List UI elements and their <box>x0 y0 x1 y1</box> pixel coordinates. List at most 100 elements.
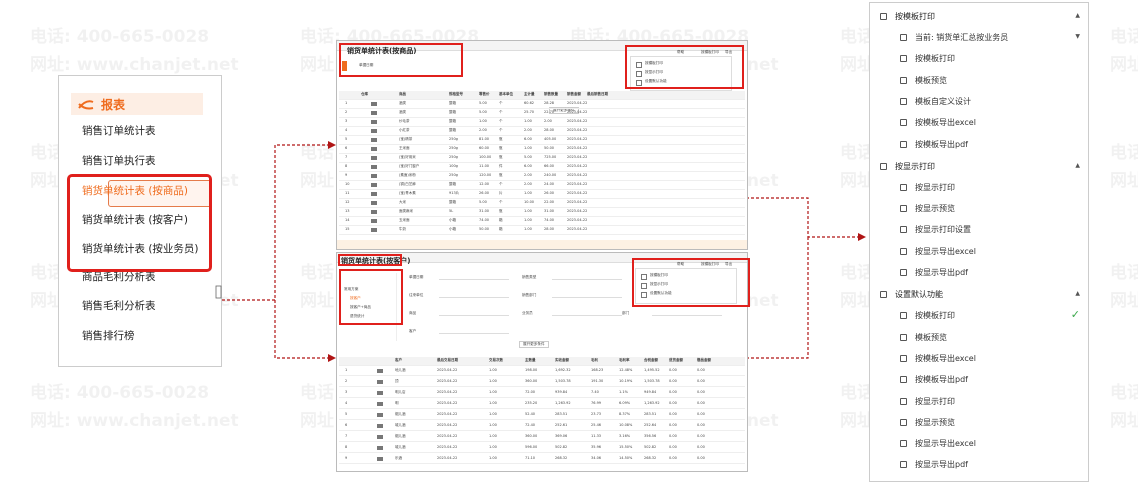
print-option-item[interactable]: 模板预览 <box>900 332 947 343</box>
table-cell: 71.10 <box>525 456 536 460</box>
filter-field-input[interactable] <box>552 315 622 316</box>
product-print-menu-highlight <box>625 45 744 89</box>
filter-field-input[interactable] <box>652 315 722 316</box>
section-label: 按模板打印 <box>895 12 935 21</box>
totals-row <box>337 240 747 249</box>
table-cell: 100g <box>449 164 458 168</box>
print-option-item[interactable]: 按显示导出pdf <box>900 459 968 470</box>
table-cell: 玉米面 <box>399 218 410 222</box>
print-option-label: 按显示导出pdf <box>915 460 968 470</box>
table-cell: 0.00 <box>697 456 705 460</box>
section-3-title[interactable]: 设置默认功能 <box>880 289 943 300</box>
filter-field-input[interactable] <box>552 279 622 280</box>
redacted-block <box>377 446 383 450</box>
section-1-title[interactable]: 按模板打印 <box>880 11 935 22</box>
customer-print-menu-highlight <box>632 258 750 307</box>
table-cell: 个 <box>499 110 503 114</box>
filter-field-input[interactable] <box>439 315 509 316</box>
print-option-item[interactable]: 按模板导出pdf <box>900 139 968 150</box>
table-cell: 76.99 <box>591 401 602 405</box>
redacted-block <box>377 413 383 417</box>
print-option-item[interactable]: 按模板导出excel <box>900 353 976 364</box>
print-option-item[interactable]: 按模板打印 <box>900 310 955 321</box>
table-cell: 252.61 <box>555 423 568 427</box>
print-option-item[interactable]: 按显示导出pdf <box>900 267 968 278</box>
table-cell: 3 <box>345 119 348 123</box>
print-option-item[interactable]: 按显示导出excel <box>900 246 976 257</box>
table-row: 6 城儿酒 2023-04-22 1.00 72.40 252.61 25.46 10.08%… <box>339 422 745 431</box>
print-option-label: 按模板导出excel <box>915 353 976 363</box>
print-option-item[interactable]: 按模板打印 <box>900 53 955 64</box>
redacted-block <box>371 165 377 169</box>
table-cell: 0.00 <box>697 445 705 449</box>
filter-field-input[interactable] <box>439 333 509 334</box>
table-cell: 瓶 <box>499 155 503 159</box>
table-cell: 1.00 <box>524 227 532 231</box>
table-cell: 2023-04-22 <box>437 456 458 460</box>
table-cell: 6 <box>345 423 348 427</box>
chevron-up-icon[interactable]: ▲ <box>1075 12 1080 19</box>
table-cell: 1.00 <box>524 209 532 213</box>
table-cell: 小箱 <box>449 218 456 222</box>
arrow-to-customer-report <box>274 300 330 359</box>
column-header: 仓库 <box>361 92 368 96</box>
table-cell: 15 <box>345 227 350 231</box>
section-label: 按显示打印 <box>895 161 935 171</box>
table-cell: 4 <box>345 128 348 132</box>
filter-field-input[interactable] <box>552 297 622 298</box>
filter-field-input[interactable] <box>439 297 509 298</box>
redacted-block <box>371 102 377 106</box>
print-option-label: 按显示导出excel <box>915 439 976 449</box>
print-option-item[interactable]: 当前: 销货单汇总按业务员 <box>900 32 1008 43</box>
filter-field-label: 单据日期 <box>409 275 424 279</box>
column-header: 基本单位 <box>499 92 513 96</box>
redacted-block <box>371 111 377 115</box>
print-option-item[interactable]: 按模板导出excel <box>900 117 976 128</box>
column-header: 退货金额 <box>669 358 683 362</box>
print-option-label: 当前: 销货单汇总按业务员 <box>915 33 1009 42</box>
print-option-item[interactable]: 按显示打印 <box>900 396 955 407</box>
table-cell: 整箱 <box>449 128 456 132</box>
table-cell: 整箱 <box>449 182 456 186</box>
table-cell: 顶 <box>395 379 399 383</box>
column-header: 销售数量 <box>544 92 558 96</box>
chevron-up-icon[interactable]: ▲ <box>1075 162 1080 169</box>
table-cell: 2023-04-22 <box>567 200 588 204</box>
table-cell: 0.00 <box>669 379 677 383</box>
table-cell: 小箱 <box>449 227 456 231</box>
table-cell: 1.00 <box>489 412 497 416</box>
expand-conditions-button[interactable]: 展开更多条件 <box>519 341 549 348</box>
table-row: 5 烟儿酒 2023-04-22 1.00 52.40 283.51 23.73 8.37% 2… <box>339 411 745 420</box>
print-option-item[interactable]: 按显示打印 <box>900 182 955 193</box>
print-option-item[interactable]: 按显示打印设置 <box>900 224 971 235</box>
arrow-from-customer-menu <box>746 237 809 359</box>
chevron-up-icon[interactable]: ▲ <box>1075 290 1080 297</box>
print-option-item[interactable]: 按显示预览 <box>900 203 955 214</box>
table-row: 10 (铜)白芝麻 整箱 12.00 个 2.00 24.00 2023-04-22 <box>339 181 745 190</box>
table-cell: 725.00 <box>544 155 557 159</box>
print-option-item[interactable]: 按显示预览 <box>900 417 955 428</box>
print-option-item[interactable]: 按模板导出pdf <box>900 374 968 385</box>
table-row: 7 (宝)好用米 250g 100.00 瓶 5.00 725.00 2023-04-22 <box>339 154 745 163</box>
table-cell: 0.00 <box>669 423 677 427</box>
table-cell: 0.00 <box>669 368 677 372</box>
print-option-item[interactable]: 模板自定义设计 <box>900 96 971 107</box>
section-2-title[interactable]: 按显示打印 <box>880 161 935 172</box>
print-option-item[interactable]: 按显示导出excel <box>900 438 976 449</box>
table-cell: 240.00 <box>544 173 557 177</box>
table-cell: 1 <box>345 368 348 372</box>
print-option-icon <box>900 333 907 341</box>
redacted-block <box>371 138 377 142</box>
table-cell: 2023-04-22 <box>437 390 458 394</box>
table-cell: 60.62 <box>524 101 535 105</box>
redacted-block <box>371 120 377 124</box>
filter-field-input[interactable] <box>439 279 509 280</box>
table-cell: 168.23 <box>591 368 604 372</box>
customer-title-highlight <box>338 254 402 266</box>
table-cell: 7.40 <box>591 390 599 394</box>
print-option-item[interactable]: 模板预览 <box>900 75 947 86</box>
table-cell: 31.00 <box>544 209 555 213</box>
filter-field-label: 销售类型 <box>522 275 537 279</box>
print-option-icon <box>900 34 907 41</box>
chevron-down-icon[interactable]: ▼ <box>1075 33 1080 40</box>
